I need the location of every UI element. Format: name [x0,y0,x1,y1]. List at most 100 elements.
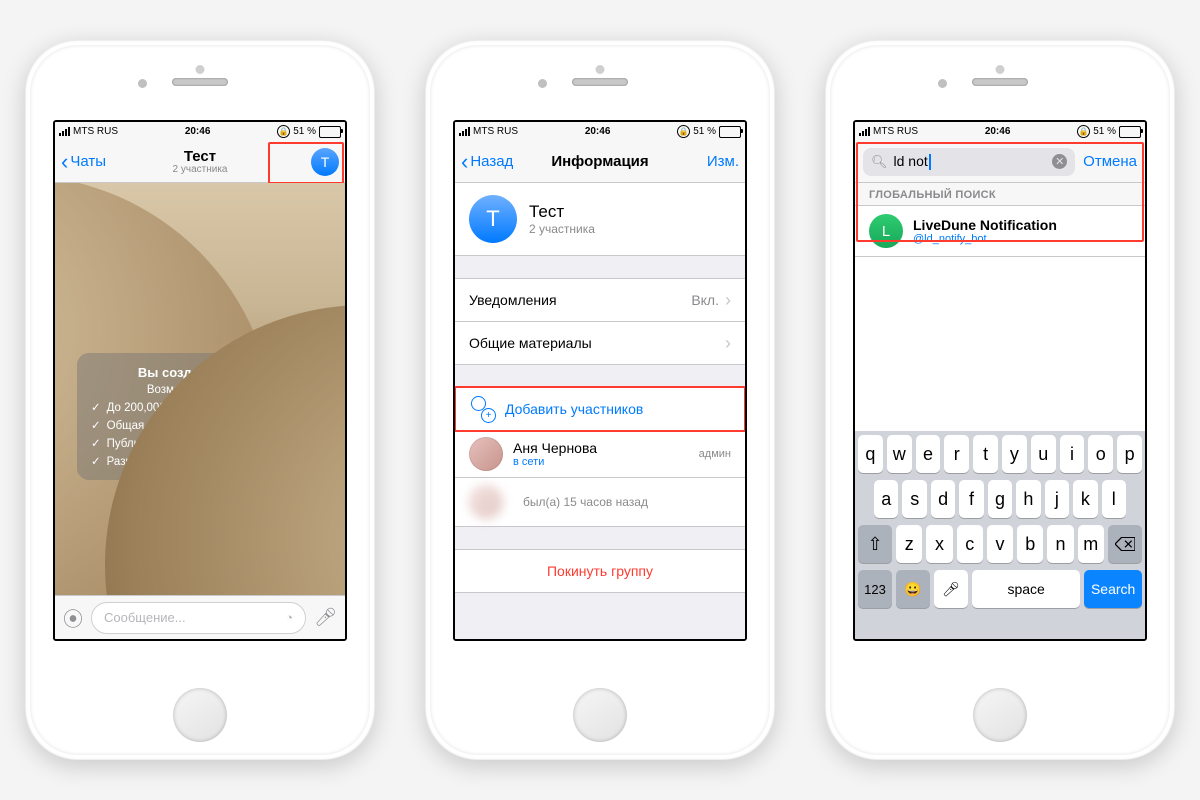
text-caret [929,154,931,170]
chat-title[interactable]: Тест [55,148,345,165]
carrier: MTS RUS [73,126,118,137]
search-result[interactable]: L LiveDune Notification @ld_notify_bot [855,206,1145,257]
key-emoji[interactable]: 😀 [896,570,930,608]
info-body[interactable]: T Тест 2 участника Уведомления Вкл. › Об… [455,183,745,639]
key-x[interactable]: x [926,525,952,563]
key-k[interactable]: k [1073,480,1097,518]
screen-search: MTS RUS 20:46 🔒51 % 🔍︎ ld not ✕ Отмена Г… [853,120,1147,641]
leave-group-button[interactable]: Покинуть группу [455,549,745,593]
member-avatar [469,485,503,519]
kb-row-4: 123 😀 🎤︎ space Search [858,570,1142,608]
key-p[interactable]: p [1117,435,1142,473]
status-time: 20:46 [118,126,277,137]
sticker-icon[interactable]: ◔ [285,610,293,625]
battery-icon [719,126,741,138]
chat-body[interactable]: Вы создали группу Возможности групп: До … [55,183,345,595]
shared-label: Общие материалы [469,335,592,351]
key-t[interactable]: t [973,435,998,473]
orientation-lock-icon: 🔒 [677,125,690,138]
key-c[interactable]: c [957,525,983,563]
bubble-sub: Возможности групп: [91,384,309,396]
search-input[interactable]: 🔍︎ ld not ✕ [863,148,1075,176]
status-time: 20:46 [918,126,1077,137]
search-query: ld not [894,153,928,169]
feature-4: Разный уровень прав [91,454,309,468]
orientation-lock-icon: 🔒 [1077,125,1090,138]
key-e[interactable]: e [916,435,941,473]
key-y[interactable]: y [1002,435,1027,473]
kb-row-1: q w e r t y u i o p [858,435,1142,473]
key-search[interactable]: Search [1084,570,1142,608]
add-member-button[interactable]: Добавить участников [455,387,745,431]
mic-icon: 🎤︎ [942,581,960,598]
key-i[interactable]: i [1060,435,1085,473]
search-icon: 🔍︎ [871,154,888,170]
key-z[interactable]: z [896,525,922,563]
signal-icon [459,127,470,136]
battery-pct: 51 % [293,126,316,137]
orientation-lock-icon: 🔒 [277,125,290,138]
key-o[interactable]: o [1088,435,1113,473]
member-name: Аня Чернова [513,440,597,456]
status-bar: MTS RUS 20:46 🔒51 % [455,122,745,141]
home-button[interactable] [973,688,1027,742]
battery-icon [1119,126,1141,138]
search-bar: 🔍︎ ld not ✕ Отмена [855,141,1145,183]
key-v[interactable]: v [987,525,1013,563]
keyboard: q w e r t y u i o p a s d f g [855,431,1145,639]
cell-notifications[interactable]: Уведомления Вкл. › [455,278,745,322]
signal-icon [59,127,70,136]
group-header[interactable]: T Тест 2 участника [455,183,745,256]
key-space[interactable]: space [972,570,1080,608]
carrier: MTS RUS [473,126,518,137]
status-bar: MTS RUS 20:46 🔒51 % [55,122,345,141]
key-n[interactable]: n [1047,525,1073,563]
key-s[interactable]: s [902,480,926,518]
phone-3: MTS RUS 20:46 🔒51 % 🔍︎ ld not ✕ Отмена Г… [825,40,1175,760]
message-placeholder: Сообщение... [104,610,186,625]
attach-icon[interactable]: ⦿ [63,603,83,632]
key-a[interactable]: a [874,480,898,518]
key-b[interactable]: b [1017,525,1043,563]
message-input[interactable]: Сообщение... ◔ [91,602,306,634]
key-shift[interactable]: ⇧ [858,525,892,563]
cell-shared-media[interactable]: Общие материалы › [455,322,745,365]
feature-3: Публичные ссылки вида t.me/title [91,436,309,450]
key-q[interactable]: q [858,435,883,473]
key-g[interactable]: g [988,480,1012,518]
battery-pct: 51 % [693,126,716,137]
member-row[interactable]: Аня Чернова в сети админ [455,431,745,478]
member-avatar [469,437,503,471]
cancel-button[interactable]: Отмена [1083,153,1137,170]
key-m[interactable]: m [1078,525,1104,563]
nav-bar: ‹Назад Информация Изм. [455,141,745,183]
key-backspace[interactable] [1108,525,1142,563]
group-name: Тест [529,202,595,222]
key-l[interactable]: l [1102,480,1126,518]
key-j[interactable]: j [1045,480,1069,518]
key-123[interactable]: 123 [858,570,892,608]
add-member-label: Добавить участников [505,401,643,417]
member-row-hidden[interactable]: был(а) 15 часов назад [455,478,745,527]
result-avatar: L [869,214,903,248]
key-w[interactable]: w [887,435,912,473]
feature-1: До 200,000 участников [91,400,309,414]
mic-icon[interactable]: 🎤︎ [314,607,337,628]
key-u[interactable]: u [1031,435,1056,473]
key-f[interactable]: f [959,480,983,518]
screen-chat: MTS RUS 20:46 🔒51 % ‹Чаты Тест 2 участни… [53,120,347,641]
home-button[interactable] [173,688,227,742]
key-h[interactable]: h [1016,480,1040,518]
feature-2: Общая история переписки [91,418,309,432]
key-dictation[interactable]: 🎤︎ [934,570,968,608]
key-r[interactable]: r [944,435,969,473]
screen-info: MTS RUS 20:46 🔒51 % ‹Назад Информация Из… [453,120,747,641]
section-global-search: ГЛОБАЛЬНЫЙ ПОИСК [855,183,1145,206]
member-role: админ [699,448,731,460]
clear-icon[interactable]: ✕ [1052,154,1067,169]
home-button[interactable] [573,688,627,742]
key-d[interactable]: d [931,480,955,518]
welcome-bubble: Вы создали группу Возможности групп: До … [77,353,323,480]
compose-bar: ⦿ Сообщение... ◔ 🎤︎ [55,595,345,639]
bubble-title: Вы создали группу [91,365,309,380]
